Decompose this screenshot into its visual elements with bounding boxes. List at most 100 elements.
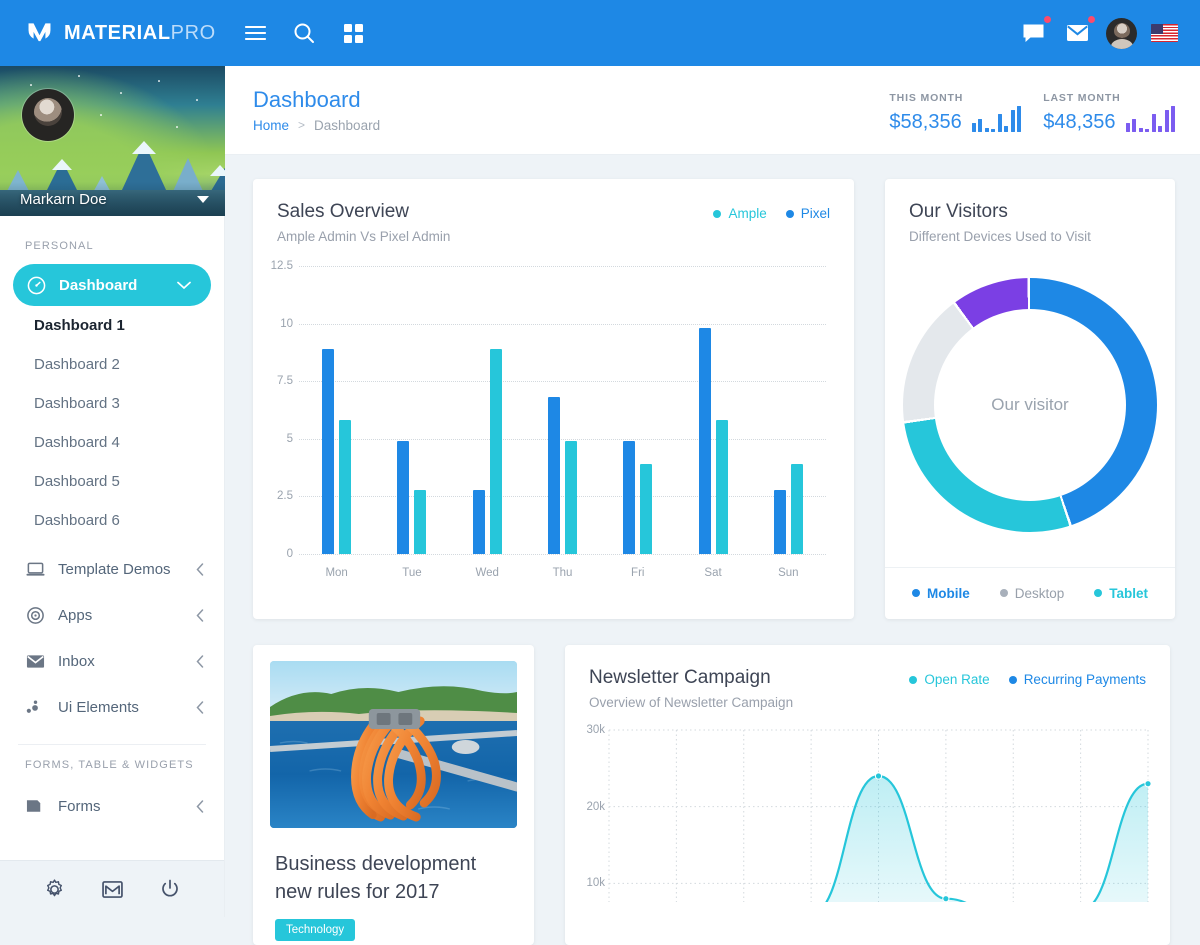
power-icon[interactable]: [160, 879, 180, 899]
bar-pixel[interactable]: [397, 441, 410, 554]
profile-name: Markarn Doe: [20, 190, 107, 208]
profile-avatar[interactable]: [22, 89, 74, 141]
our-visitors-subtitle: Different Devices Used to Visit: [909, 229, 1091, 244]
legend-recurring-payments[interactable]: Recurring Payments: [1008, 672, 1146, 687]
hamburger-menu-icon[interactable]: [236, 14, 274, 52]
sidebar-item-ui-elements-label: Ui Elements: [58, 698, 139, 716]
sidebar-navigation: PERSONAL Dashboard Dashboard 1 Dashboard…: [0, 216, 224, 860]
chevron-left-icon: [196, 562, 204, 576]
mail-icon[interactable]: [1062, 15, 1096, 48]
brand-name-light: PRO: [170, 22, 216, 44]
sparkline-bar: [1017, 106, 1022, 132]
y-axis-tick-label: 7.5: [277, 375, 293, 388]
sidebar-subitem-dashboard-1[interactable]: Dashboard 1: [0, 306, 224, 345]
brand-logo-area[interactable]: MATERIALPRO: [0, 0, 225, 66]
bar-ample[interactable]: [564, 441, 577, 554]
bar-ample[interactable]: [414, 489, 427, 554]
sparkline-bar: [1158, 125, 1162, 132]
legend-desktop[interactable]: Desktop: [999, 585, 1065, 601]
sidebar-subitem-dashboard-4[interactable]: Dashboard 4: [0, 423, 224, 462]
apps-grid-icon[interactable]: [334, 14, 372, 52]
sidebar-item-ui-elements[interactable]: Ui Elements: [0, 684, 224, 730]
chevron-left-icon: [196, 654, 204, 668]
breadcrumb-home[interactable]: Home: [253, 118, 289, 133]
sidebar-subitem-dashboard-3[interactable]: Dashboard 3: [0, 384, 224, 423]
sparkline-bar: [1151, 113, 1156, 132]
sidebar-section-forms: FORMS, TABLE & WIDGETS: [25, 759, 194, 771]
legend-tablet[interactable]: Tablet: [1094, 586, 1148, 601]
legend-label-pixel: Pixel: [800, 206, 830, 221]
chat-icon[interactable]: [1018, 15, 1052, 48]
visitors-legend: Mobile Desktop Tablet: [885, 566, 1175, 619]
chevron-left-icon: [196, 608, 204, 622]
bar-ample[interactable]: [489, 348, 502, 554]
bar-pixel[interactable]: [623, 441, 636, 554]
bar-ample[interactable]: [790, 464, 803, 554]
user-avatar[interactable]: [1106, 17, 1137, 49]
bar-groups: Mon Tue Wed Thu Fri Sat Sun: [299, 266, 826, 579]
top-navigation-bar: MATERIALPRO: [0, 0, 1200, 66]
stat-this-month-value: $58,356: [889, 111, 962, 133]
sidebar-item-inbox[interactable]: Inbox: [0, 638, 224, 684]
page-header: Dashboard Home > Dashboard THIS MONTH $5…: [225, 66, 1200, 155]
newsletter-title: Newsletter Campaign: [589, 667, 771, 688]
bar-group: Wed: [450, 266, 525, 579]
bar-group: Mon: [299, 266, 374, 579]
sidebar-subitem-dashboard-5[interactable]: Dashboard 5: [0, 462, 224, 501]
bar-pixel[interactable]: [773, 489, 786, 554]
y-axis-tick-label: 12.5: [270, 260, 293, 272]
form-icon: [25, 796, 45, 816]
legend-open-rate[interactable]: Open Rate: [909, 672, 990, 687]
laptop-icon: [25, 559, 45, 579]
sales-overview-legend: Ample Pixel: [713, 201, 830, 221]
sidebar-subitem-dashboard-6[interactable]: Dashboard 6: [0, 501, 224, 540]
data-point[interactable]: [874, 772, 883, 780]
area-fill-open-rate: [609, 776, 1148, 945]
bar-pixel[interactable]: [547, 397, 560, 554]
news-card[interactable]: Business development new rules for 2017 …: [253, 645, 534, 945]
legend-label-mobile: Mobile: [926, 585, 970, 601]
chevron-down-icon[interactable]: [197, 195, 209, 203]
sidebar-item-template-demos[interactable]: Template Demos: [0, 546, 224, 592]
sparkline-bar: [991, 129, 996, 132]
bar-group: Fri: [600, 266, 675, 579]
sparkline-bar: [1004, 125, 1009, 132]
legend-pixel[interactable]: Pixel: [785, 206, 830, 221]
sidebar-profile-banner[interactable]: Markarn Doe: [0, 66, 225, 216]
sidebar-item-dashboard[interactable]: Dashboard: [13, 264, 211, 306]
legend-label-open-rate: Open Rate: [924, 672, 990, 687]
bar-pixel[interactable]: [322, 348, 335, 554]
sidebar-item-apps[interactable]: Apps: [0, 592, 224, 638]
data-point[interactable]: [942, 895, 950, 903]
sales-overview-card: Sales Overview Ample Admin Vs Pixel Admi…: [253, 179, 854, 619]
legend-label-desktop: Desktop: [1014, 585, 1065, 601]
data-point[interactable]: [1144, 780, 1152, 788]
bar-pixel[interactable]: [698, 328, 711, 554]
news-tag-badge[interactable]: Technology: [275, 919, 356, 941]
us-flag-icon[interactable]: [1151, 24, 1178, 42]
legend-dot-recurring-payments: [1008, 675, 1017, 684]
stat-last-month: LAST MONTH $48,356: [1043, 92, 1175, 132]
mail-footer-icon[interactable]: [102, 880, 123, 898]
news-title[interactable]: Business development new rules for 2017: [253, 828, 534, 906]
grid-line: [299, 554, 826, 555]
search-icon[interactable]: [285, 14, 323, 52]
settings-gear-icon[interactable]: [44, 878, 65, 900]
mail-badge: [1087, 15, 1096, 24]
bar-ample[interactable]: [339, 420, 352, 554]
legend-ample[interactable]: Ample: [713, 206, 767, 221]
bar-ample[interactable]: [715, 420, 728, 554]
bar-pixel[interactable]: [472, 489, 485, 554]
sidebar-item-forms[interactable]: Forms: [0, 783, 224, 829]
legend-mobile[interactable]: Mobile: [911, 585, 970, 601]
stat-this-month-sparkline: [971, 106, 1022, 132]
sparkline-bar: [971, 123, 976, 132]
sales-overview-title: Sales Overview: [277, 201, 409, 222]
sidebar-item-template-demos-label: Template Demos: [58, 560, 171, 578]
breadcrumb-separator-icon: >: [298, 118, 306, 133]
newsletter-line-chart: 10k 20k 30k: [565, 722, 1170, 945]
bar-ample[interactable]: [640, 464, 653, 554]
chevron-left-icon: [196, 799, 204, 813]
sparkline-bar: [1132, 119, 1136, 132]
sidebar-subitem-dashboard-2[interactable]: Dashboard 2: [0, 345, 224, 384]
